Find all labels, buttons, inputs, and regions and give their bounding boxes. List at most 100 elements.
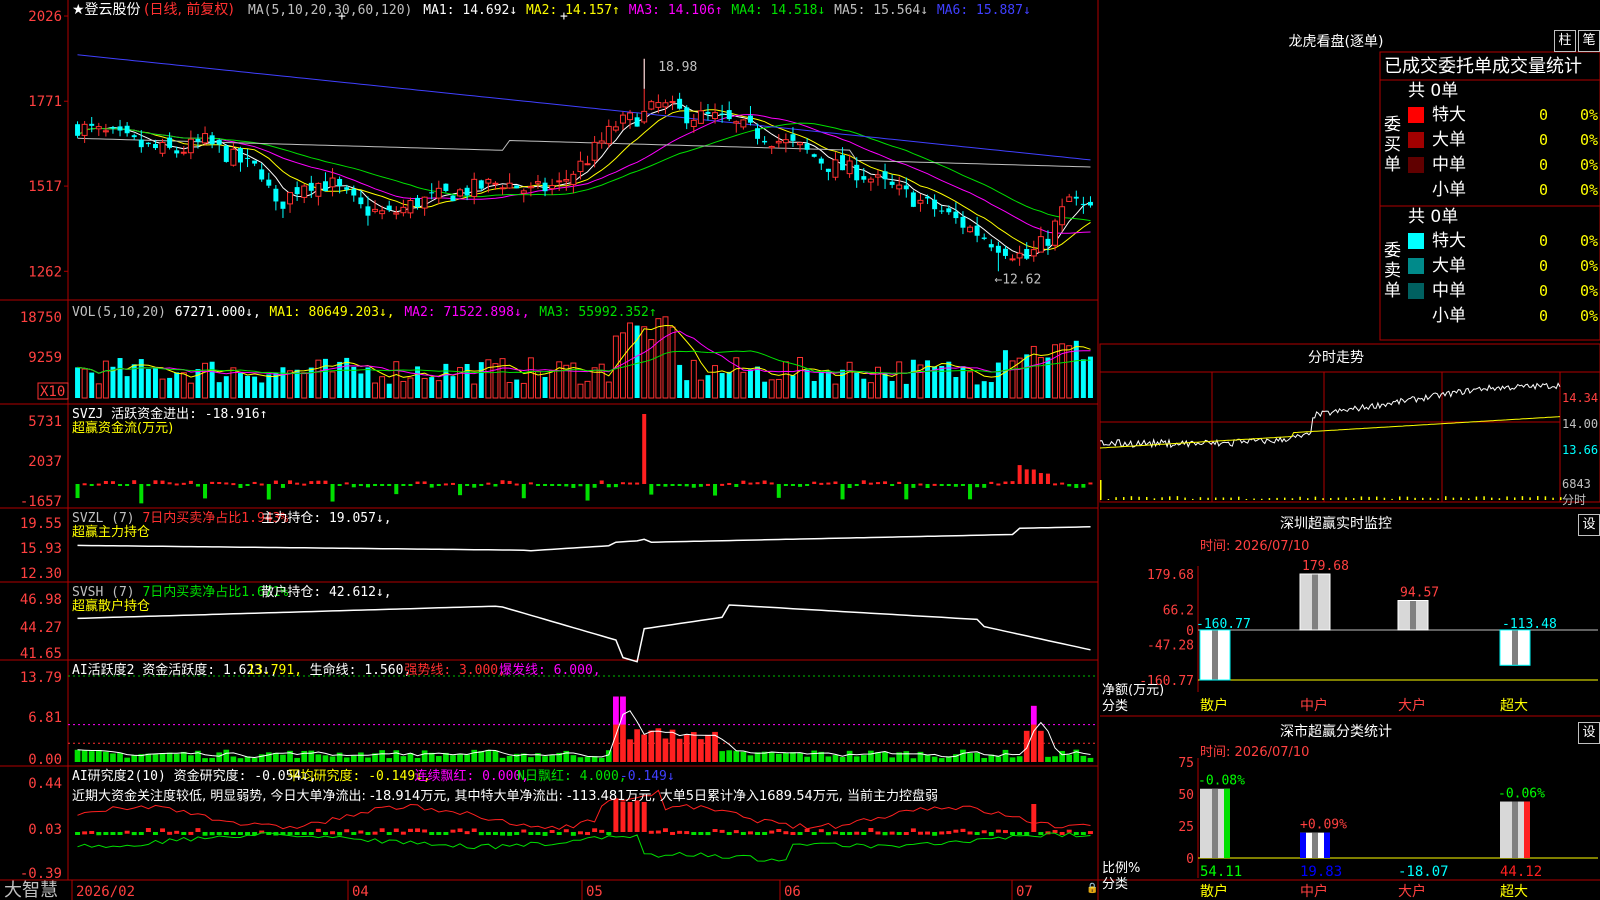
volume-bar [315, 359, 322, 399]
price-candle [1045, 238, 1051, 246]
lhb-tick-button[interactable]: 笔 [1578, 30, 1600, 52]
ai-research-bar [1080, 832, 1086, 835]
svzj-bar [373, 484, 378, 486]
price-candle [1024, 248, 1030, 259]
ai-research-bar [330, 831, 336, 835]
svzj-bar [953, 484, 958, 487]
price-candle [527, 186, 534, 189]
ai-active-axis-label: 0.00 [28, 752, 62, 768]
svzj-bar [1053, 483, 1058, 486]
price-candle [974, 225, 980, 236]
svzj-bar [854, 484, 859, 486]
svzj-bar [677, 484, 682, 486]
svzj-bar [401, 484, 406, 486]
sz-monitor-category: 大户 [1398, 697, 1426, 714]
price-candle [209, 135, 215, 145]
ai-research-bar [705, 832, 711, 836]
ai-research-bar [946, 831, 952, 835]
sz-class-ylabel: 比例% [1102, 861, 1140, 876]
sz-class-category: 散户 [1200, 883, 1228, 900]
ai-active-bar [598, 757, 605, 762]
ai-research-bar [535, 832, 541, 835]
volume-bar [910, 359, 916, 398]
price-candle [95, 126, 102, 130]
ma-value-5: MA5: 15.564↓ [834, 3, 928, 18]
ai-active-bar [81, 750, 88, 762]
ai-research-bar [570, 832, 576, 836]
svzj-bar [302, 483, 307, 486]
svzj-bar [798, 484, 803, 487]
svzj-bar [635, 482, 640, 485]
volume-bar [287, 370, 294, 399]
ai-active-bar [662, 738, 669, 762]
volume-bar [187, 382, 194, 399]
svzj-bar [266, 484, 271, 500]
ai-research-bar [861, 832, 867, 835]
ai-research-bar [825, 832, 831, 836]
intraday-volume-bar [1245, 498, 1248, 500]
svzj-bar [883, 481, 888, 484]
ai-research-value-4: N日飘红: 4.000, [517, 768, 626, 784]
lhb-sell-row-name: 特大 [1432, 231, 1466, 251]
intraday-volume-bar [1445, 496, 1447, 500]
ai-active-bar [832, 754, 839, 762]
sz-class-category: 超大 [1500, 884, 1528, 900]
svzj-bar [585, 484, 590, 501]
chart-stage[interactable]: 18.98←12.622026177115171262+ +★登云股份 (日线, 前… [0, 0, 1600, 900]
intraday-volume-bar [1100, 480, 1102, 500]
intraday-volume-bar [1192, 498, 1194, 500]
ma-value-4: MA4: 14.518↓ [731, 3, 825, 18]
lhb-buy-row-count: 0 [1539, 131, 1548, 149]
ai-research-comment: 近期大资金关注度较低, 明显弱势, 今日大单净流出: -18.914万元, 其中… [72, 788, 938, 804]
svzj-bar [550, 484, 555, 486]
svzj-bar [840, 484, 845, 500]
price-candle [450, 195, 456, 202]
ai-research-bar [698, 832, 704, 835]
lhb-sell-total: 共 0单 [1408, 207, 1458, 227]
ai-active-bar [853, 756, 860, 762]
ai-research-value-3: 连续飘红: 0.000, [414, 768, 529, 784]
svzj-bar [670, 484, 675, 486]
ai-research-bar [457, 828, 463, 832]
intraday-volume-bar [1153, 498, 1156, 500]
volume-bar [874, 366, 881, 399]
ai-active-axis-label: 6.81 [28, 710, 62, 726]
price-candle [889, 181, 895, 185]
ai-research-bar [407, 828, 413, 832]
svzj-bar [521, 484, 526, 499]
volume-bar [117, 358, 123, 398]
volume-bar [89, 372, 95, 398]
ai-active-bar [1087, 757, 1094, 762]
lock-icon[interactable]: 🔒 [1086, 884, 1098, 894]
ai-research-bar [450, 829, 456, 833]
ai-active-bar [280, 754, 286, 762]
price-candle [684, 107, 690, 124]
intraday-volume-bar [1107, 498, 1110, 500]
ai-active-bar [690, 732, 697, 762]
svzj-bar [890, 484, 895, 486]
ai-research-bar [1052, 830, 1058, 834]
lhb-sell-row-name: 大单 [1432, 256, 1466, 276]
svzj-bar [486, 482, 491, 485]
sz-monitor-value-label: -113.48 [1502, 617, 1557, 632]
svzj-bar [153, 480, 158, 484]
volume-bar [252, 376, 258, 398]
lhb-column-button[interactable]: 柱 [1554, 30, 1576, 52]
volume-bar [527, 357, 534, 399]
volume-bar [995, 362, 1001, 398]
ai-active-bar [860, 755, 867, 762]
sz-monitor-settings-button[interactable]: 设 [1578, 514, 1600, 536]
volume-bar [506, 381, 513, 399]
svzj-bar [323, 480, 328, 484]
svzj-bar [946, 484, 951, 486]
lhb-title: 龙虎看盘(逐单) [1289, 33, 1384, 50]
sz-class-change-label: -0.08% [1198, 774, 1245, 789]
sz-class-settings-button[interactable]: 设 [1578, 722, 1600, 744]
volume-bar [237, 373, 243, 398]
ai-research-bar [818, 829, 824, 833]
lhb-sell-row-name: 小单 [1432, 306, 1466, 326]
intraday-volume-bar [1429, 497, 1432, 500]
ai-active-bar [811, 750, 818, 762]
ai-research-bar [429, 832, 435, 835]
svzj-bar [528, 482, 533, 485]
